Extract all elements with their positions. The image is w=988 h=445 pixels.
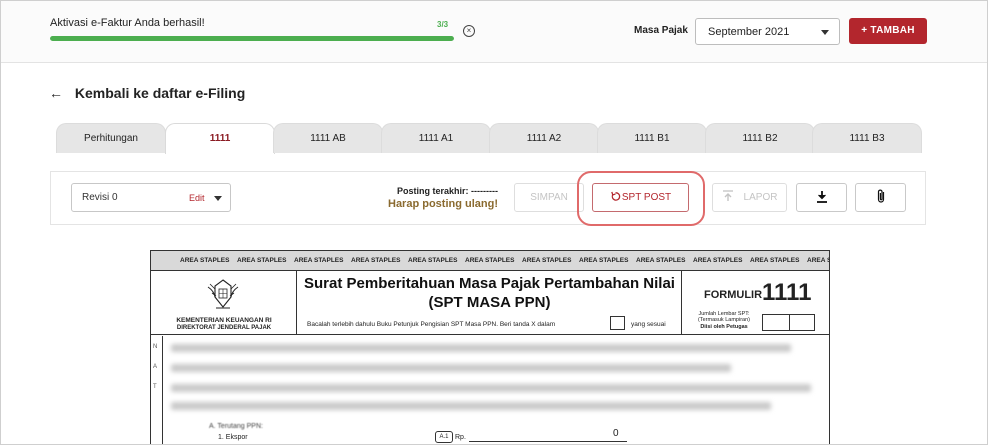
upload-icon <box>722 190 733 201</box>
masa-pajak-label: Masa Pajak <box>634 25 688 36</box>
staple-label: AREA STAPLES <box>522 257 572 264</box>
tab-1111-b1[interactable]: 1111 B1 <box>597 123 707 153</box>
ekspor-amount: 0 <box>613 428 619 439</box>
staple-label: AREA STAPLES <box>750 257 800 264</box>
tab-1111[interactable]: 1111 <box>165 123 275 154</box>
strip-letter: N <box>153 344 158 350</box>
strip-letter: T <box>153 384 157 390</box>
staple-label: AREA STAPLES <box>693 257 743 264</box>
back-link-label: Kembali ke daftar e-Filing <box>74 85 246 101</box>
tab-1111-b3[interactable]: 1111 B3 <box>812 123 922 153</box>
staple-area: AREA STAPLES AREA STAPLES AREA STAPLES AREA… <box>151 251 829 271</box>
ministry-line-2: DIREKTORAT JENDERAL PAJAK <box>176 325 272 331</box>
jumlah-lembar-note: (Termasuk Lampiran) <box>698 317 750 323</box>
tab-perhitungan[interactable]: Perhitungan <box>56 123 166 153</box>
plus-icon: + <box>861 25 868 36</box>
formulir-label: FORMULIR <box>704 289 763 301</box>
form-side-strip: N A T <box>151 336 163 444</box>
posting-warning: Harap posting ulang! <box>388 198 498 210</box>
arrow-left-icon: ← <box>49 85 63 101</box>
tambah-button[interactable]: + TAMBAH <box>849 18 927 44</box>
strip-letter: A <box>153 364 158 370</box>
tab-1111-b2[interactable]: 1111 B2 <box>705 123 815 153</box>
item-code-box: A.1 <box>435 431 453 443</box>
attachment-button[interactable] <box>855 183 906 212</box>
instruction-checkbox <box>610 316 625 330</box>
caret-down-icon <box>214 196 222 201</box>
tab-1111-ab[interactable]: 1111 AB <box>273 123 383 153</box>
spt-post-highlight <box>577 171 705 226</box>
form-instruction-end: yang sesuai <box>631 321 666 328</box>
staple-label: AREA STAPLES <box>237 257 287 264</box>
tab-1111-a2[interactable]: 1111 A2 <box>489 123 599 153</box>
tab-1111-a1[interactable]: 1111 A1 <box>381 123 491 153</box>
staple-label: AREA STAPLES <box>636 257 686 264</box>
revisi-select[interactable]: Revisi 0 Edit <box>71 183 231 212</box>
lapor-button[interactable]: LAPOR <box>712 183 787 212</box>
form-title-line-1: Surat Pemberitahuan Masa Pajak Pertambah… <box>304 275 675 292</box>
staple-label: AREA STAPLES <box>408 257 458 264</box>
download-icon <box>816 191 827 203</box>
redacted-taxpayer-info <box>151 336 829 416</box>
notification-step-count: 3/3 <box>437 20 449 29</box>
formulir-number: 1111 <box>762 279 812 306</box>
form-instruction: Bacalah terlebih dahulu Buku Petunjuk Pe… <box>307 321 556 328</box>
revisi-value: Revisi 0 <box>82 192 118 203</box>
caret-down-icon <box>821 30 829 35</box>
close-icon[interactable]: × <box>463 25 475 37</box>
staple-label: AREA STAPLES <box>180 257 230 264</box>
formulir-block: FORMULIR 1111 Jumlah Lembar SPT: (Termas… <box>682 271 829 335</box>
revisi-edit-link[interactable]: Edit <box>189 193 205 203</box>
staple-label: AREA STAPLES <box>351 257 401 264</box>
progress-fill <box>50 36 454 41</box>
back-to-efiling-link[interactable]: ← Kembali ke daftar e-Filing <box>49 85 245 101</box>
ministry-line-1: KEMENTERIAN KEUANGAN RI <box>176 317 272 324</box>
diisi-petugas-label: Diisi oleh Petugas <box>700 324 748 330</box>
tambah-label: TAMBAH <box>870 25 915 36</box>
notification-message: Aktivasi e-Faktur Anda berhasil! <box>50 17 205 29</box>
posting-terakhir-label: Posting terakhir: --------- <box>397 186 498 196</box>
activation-progress-bar <box>50 36 454 41</box>
staple-label: AREA STAPLES <box>579 257 629 264</box>
jumlah-lembar-box <box>762 314 815 331</box>
app-frame: Aktivasi e-Faktur Anda berhasil! 3/3 × M… <box>0 0 988 445</box>
staple-label: AREA STAPLES <box>807 257 829 264</box>
currency-label: Rp. <box>455 434 466 441</box>
staple-label: AREA STAPLES <box>465 257 515 264</box>
spt-form-preview: AREA STAPLES AREA STAPLES AREA STAPLES AREA… <box>150 250 830 444</box>
amount-underline <box>469 441 627 442</box>
form-title-block: Surat Pemberitahuan Masa Pajak Pertambah… <box>297 271 682 335</box>
masa-pajak-value: September 2021 <box>708 26 790 38</box>
download-button[interactable] <box>796 183 847 212</box>
paperclip-icon <box>877 189 884 203</box>
lapor-label: LAPOR <box>743 192 778 203</box>
top-bar: Aktivasi e-Faktur Anda berhasil! 3/3 × M… <box>1 1 987 63</box>
simpan-button[interactable]: SIMPAN <box>514 183 584 212</box>
item-ekspor: 1. Ekspor <box>218 434 248 441</box>
staple-label: AREA STAPLES <box>294 257 344 264</box>
form-title-line-2: (SPT MASA PPN) <box>428 294 551 311</box>
ministry-header: KEMENTERIAN KEUANGAN RI DIREKTORAT JENDE… <box>151 271 297 335</box>
garuda-emblem-icon <box>207 279 239 309</box>
section-terutang: A. Terutang PPN: <box>209 423 263 430</box>
masa-pajak-select[interactable]: September 2021 <box>695 18 840 45</box>
